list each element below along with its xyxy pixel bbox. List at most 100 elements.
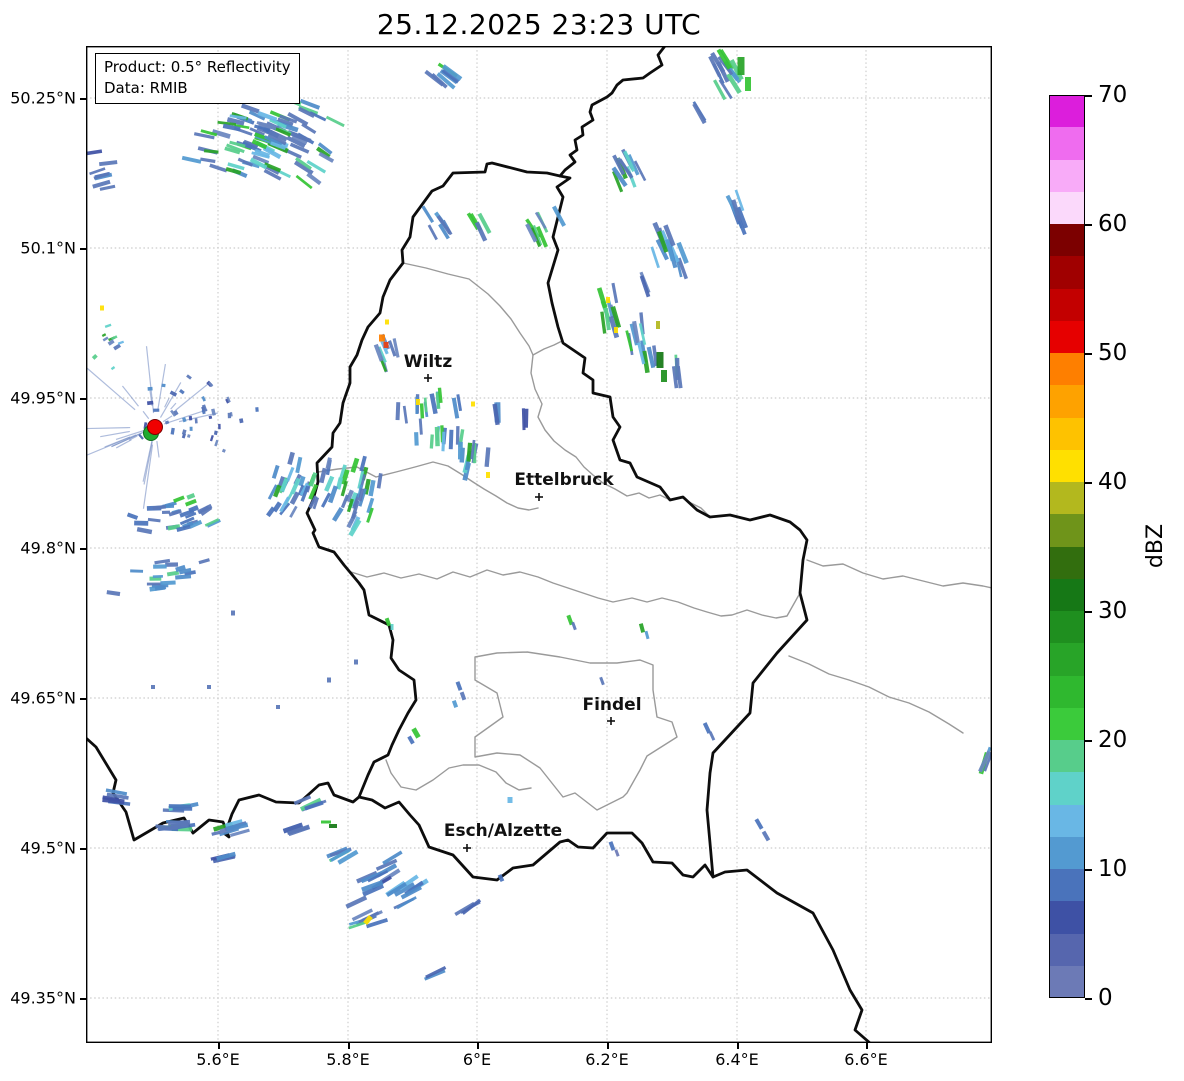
map-canvas: Wiltz Ettelbruck Findel Esch/Alzette	[86, 46, 992, 1043]
radar-figure: 25.12.2025 23:23 UTC Wiltz Ettelbruck Find…	[0, 0, 1184, 1081]
radar-echo-cell	[599, 676, 605, 686]
radar-echo-cell	[414, 432, 419, 446]
radar-echo-cell	[271, 464, 280, 479]
colorbar-tick-label: 0	[1098, 985, 1113, 1011]
colorbar-tick-label: 20	[1098, 727, 1128, 753]
radar-clutter-spoke	[121, 385, 139, 407]
radar-echo-cell	[152, 574, 164, 579]
radar-echo-cell	[146, 400, 154, 406]
radar-echo-cell	[286, 466, 295, 482]
district-border	[402, 262, 534, 356]
radar-echo-cell	[153, 564, 167, 569]
radar-echo-cell	[614, 849, 620, 857]
radar-echo-cell	[201, 395, 206, 402]
radar-echo-cell	[117, 340, 125, 345]
radar-echo-cell	[461, 898, 482, 915]
radar-echo-cell	[484, 447, 491, 467]
radar-echo-cell	[111, 335, 118, 341]
radar-echo-cell	[457, 441, 463, 460]
radar-echo-cell	[608, 841, 616, 851]
radar-echo-cell	[395, 402, 401, 421]
colorbar-tick	[1085, 611, 1092, 613]
radar-echo-cell	[301, 122, 317, 135]
colorbar-tick-label: 40	[1098, 469, 1128, 495]
radar-echo-cell	[289, 505, 298, 518]
radar-site-dot	[147, 419, 163, 435]
y-axis-label: 50.1°N	[20, 238, 76, 258]
radar-echo-cell	[276, 705, 280, 709]
x-axis-label: 5.8°E	[326, 1050, 370, 1069]
radar-echo-cell	[656, 352, 664, 368]
radar-echo-cell	[188, 415, 193, 421]
radar-echo-cell	[423, 397, 428, 413]
x-axis-label: 6.2°E	[585, 1050, 629, 1069]
radar-echo-cell	[101, 333, 107, 338]
radar-echo-cell	[134, 520, 149, 526]
radar-echo-cell	[385, 319, 389, 325]
radar-echo-cell	[113, 343, 122, 351]
radar-clutter-spoke	[170, 402, 177, 410]
radar-echo-cell	[644, 630, 650, 640]
radar-echo-cell	[168, 509, 182, 517]
country-border	[305, 161, 809, 882]
x-axis-label: 6.4°E	[715, 1050, 759, 1069]
district-border	[532, 340, 563, 356]
radar-echo-cell	[376, 473, 383, 489]
radar-echo-cell	[152, 504, 166, 510]
radar-echo-cell	[151, 685, 155, 689]
radar-echo-cell	[107, 339, 115, 346]
colorbar-tick-label: 10	[1098, 856, 1128, 882]
radar-echo-cell	[345, 895, 368, 909]
radar-echo-cell	[379, 334, 385, 342]
radar-echo-cell	[100, 305, 104, 311]
radar-echo-cell	[421, 205, 435, 224]
city-label: Wiltz	[404, 352, 453, 372]
radar-echo-cell	[209, 163, 228, 173]
y-axis-label: 49.35°N	[10, 988, 76, 1008]
radar-echo-cell	[350, 457, 360, 473]
radar-echo-cell	[102, 336, 109, 342]
y-axis-tick	[80, 998, 86, 1000]
district-border	[350, 569, 801, 619]
radar-echo-cell	[218, 423, 221, 430]
radar-echo-cell	[661, 370, 667, 382]
radar-echo-cell	[448, 429, 454, 450]
y-axis-label: 49.8°N	[20, 538, 76, 558]
y-axis-tick	[80, 98, 86, 100]
radar-echo-cell	[86, 149, 103, 156]
x-axis-tick	[607, 1043, 609, 1049]
radar-echo-cell	[354, 659, 358, 665]
radar-echo-cell	[675, 357, 680, 380]
colorbar-tick	[1085, 95, 1092, 97]
radar-echo-cell	[287, 451, 295, 465]
radar-echo-cell	[130, 569, 144, 573]
radar-echo-cell	[161, 383, 166, 388]
radar-clutter-spoke	[86, 367, 136, 411]
radar-echo-cell	[325, 115, 345, 128]
radar-echo-cell	[596, 287, 608, 309]
radar-echo-cell	[402, 405, 408, 424]
radar-echo-cell	[91, 353, 98, 360]
y-axis-label: 49.5°N	[20, 838, 76, 858]
radar-echo-cell	[611, 282, 619, 304]
y-axis-label: 50.25°N	[10, 88, 76, 108]
radar-echo-cell	[208, 415, 213, 420]
radar-echo-cell	[106, 590, 121, 597]
radar-echo-cell	[407, 735, 415, 745]
x-axis-tick	[737, 1043, 739, 1049]
radar-echo-cell	[418, 418, 423, 435]
radar-echo-cell	[198, 558, 210, 565]
radar-echo-cell	[761, 830, 771, 842]
product-info-box: Product: 0.5° Reflectivity Data: RMIB	[95, 53, 300, 104]
district-border	[806, 559, 992, 589]
radar-echo-cell	[329, 824, 337, 828]
colorbar-tick-label: 50	[1098, 340, 1128, 366]
radar-echo-cell	[459, 691, 467, 701]
radar-echo-cell	[692, 102, 707, 125]
colorbar-tick	[1085, 224, 1092, 226]
colorbar-unit-label: dBZ	[1143, 523, 1168, 569]
radar-echo-cell	[319, 467, 327, 484]
y-axis-tick	[80, 398, 86, 400]
colorbar-tick-label: 70	[1098, 82, 1128, 108]
radar-echo-cell	[451, 700, 459, 708]
